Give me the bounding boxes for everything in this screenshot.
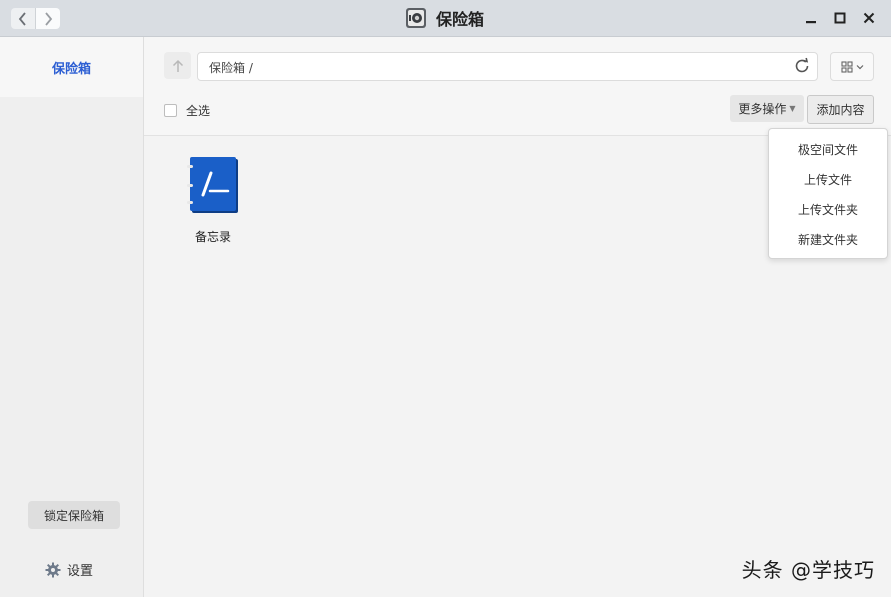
more-actions-label: 更多操作 (738, 102, 787, 116)
file-name: 备忘录 (194, 230, 231, 244)
chevron-down-icon (856, 64, 863, 69)
add-content-button[interactable]: 添加内容 (807, 95, 874, 124)
close-button[interactable] (861, 9, 877, 27)
add-content-dropdown: 极空间文件 上传文件 上传文件夹 新建文件夹 (768, 128, 888, 259)
caret-down-icon: ▼ (789, 104, 796, 113)
select-all-checkbox[interactable] (164, 104, 177, 117)
minimize-icon (806, 21, 816, 24)
window-title: 保险箱 (436, 10, 485, 29)
menu-item-new-folder[interactable]: 新建文件夹 (769, 224, 887, 254)
settings-button[interactable]: 设置 (45, 560, 93, 579)
toolbar: 保险箱 / 全选 更多操作 ▼ 添加内容 (144, 37, 891, 136)
sidebar-item-vault[interactable]: 保险箱 (0, 37, 143, 97)
vault-window: 保险箱 保险箱 锁定保险箱 设置 保险箱 / 全选 更多操作 ▼ 添加内容 备忘… (0, 0, 891, 597)
nav-buttons (11, 8, 60, 29)
up-directory-button[interactable] (164, 52, 191, 79)
close-icon (863, 12, 875, 24)
chevron-left-icon (18, 11, 26, 26)
main-content: 保险箱 / 全选 更多操作 ▼ 添加内容 备忘录 (144, 37, 891, 597)
window-controls (803, 9, 877, 27)
grid-icon (840, 60, 853, 73)
lock-vault-button[interactable]: 锁定保险箱 (28, 501, 120, 529)
forward-button[interactable] (35, 8, 60, 29)
gear-icon (45, 562, 61, 577)
minimize-button[interactable] (803, 9, 819, 27)
select-all[interactable]: 全选 (164, 102, 210, 119)
path-bar[interactable]: 保险箱 / (197, 52, 818, 81)
refresh-icon[interactable] (793, 57, 811, 75)
arrow-up-icon (172, 59, 183, 72)
more-actions-button[interactable]: 更多操作 ▼ (730, 95, 804, 122)
maximize-icon (834, 12, 846, 24)
view-mode-button[interactable] (830, 52, 874, 81)
menu-item-upload-file[interactable]: 上传文件 (769, 164, 887, 194)
chevron-right-icon (45, 11, 53, 26)
watermark: 头条 @学技巧 (741, 558, 875, 582)
menu-item-upload-folder[interactable]: 上传文件夹 (769, 194, 887, 224)
window-title-group: 保险箱 (405, 6, 484, 30)
maximize-button[interactable] (832, 9, 848, 27)
breadcrumb: 保险箱 / (209, 61, 253, 75)
file-item[interactable]: 备忘录 (186, 157, 240, 245)
settings-label: 设置 (67, 564, 94, 579)
menu-item-nas-files[interactable]: 极空间文件 (769, 134, 887, 164)
back-button[interactable] (11, 8, 35, 29)
title-bar: 保险箱 (0, 0, 891, 37)
select-all-label: 全选 (186, 104, 211, 118)
safe-app-icon (406, 8, 426, 28)
notebook-icon (187, 157, 238, 213)
sidebar: 保险箱 锁定保险箱 设置 (0, 37, 144, 597)
